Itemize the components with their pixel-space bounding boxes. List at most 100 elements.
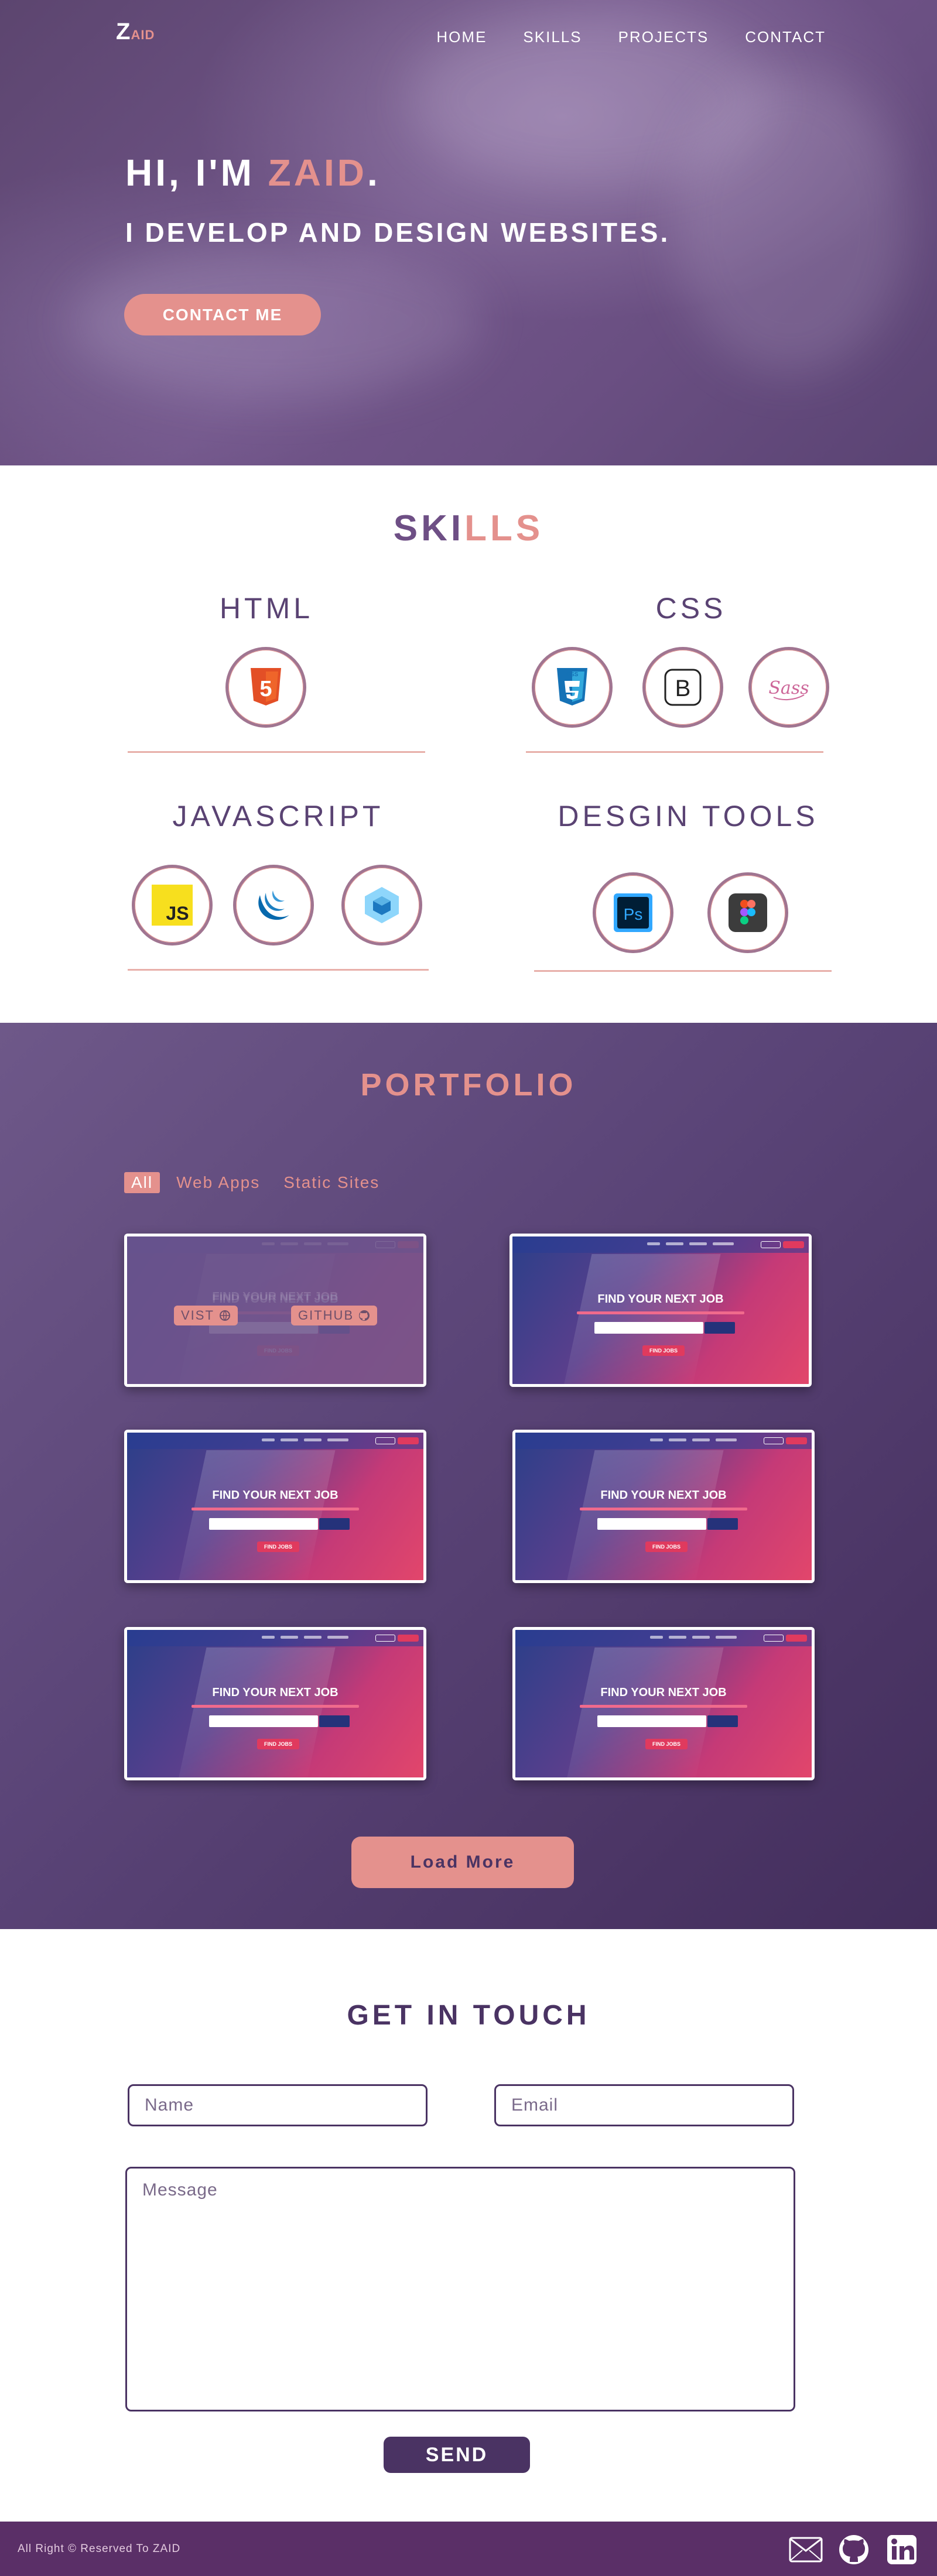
screenshot-navbar <box>515 1433 812 1449</box>
skill-group-title-javascript: JAVASCRIPT <box>172 800 384 833</box>
visit-label: VIST <box>181 1308 214 1323</box>
screenshot-title: FIND YOUR NEXT JOB <box>600 1686 727 1699</box>
site-logo[interactable]: ZAID <box>116 19 155 45</box>
portfolio-card[interactable]: FIND YOUR NEXT JOB FIND JOBS <box>124 1627 426 1780</box>
message-field[interactable] <box>125 2167 795 2411</box>
globe-icon <box>219 1310 230 1321</box>
project-screenshot: FIND YOUR NEXT JOB FIND JOBS <box>515 1630 812 1777</box>
github-icon[interactable] <box>836 2533 871 2566</box>
photoshop-icon: Ps <box>593 872 673 953</box>
webpack-icon <box>341 865 422 946</box>
screenshot-search <box>597 1518 706 1530</box>
copyright-text: All Right © Reserved To ZAID <box>18 2543 181 2555</box>
screenshot-search <box>597 1715 706 1727</box>
bootstrap-icon: B <box>642 647 723 728</box>
email-field[interactable] <box>494 2084 794 2126</box>
css3-glyph: CSS <box>566 672 579 678</box>
project-screenshot: FIND YOUR NEXT JOB FIND JOBS <box>512 1236 809 1384</box>
hero-smoke <box>673 70 908 375</box>
hero-name: ZAID <box>268 152 367 194</box>
screenshot-register-button <box>786 1635 807 1642</box>
screenshot-search-button <box>319 1518 350 1530</box>
skills-title-part-a: SKI <box>393 508 465 549</box>
figma-icon <box>707 872 788 953</box>
mail-icon[interactable] <box>788 2533 823 2566</box>
javascript-icon: JS <box>132 865 213 946</box>
portfolio-card[interactable]: FIND YOUR NEXT JOB FIND JOBS <box>124 1430 426 1583</box>
portfolio-section: PORTFOLIO All Web Apps Static Sites FIND… <box>0 1023 937 1929</box>
load-more-button[interactable]: Load More <box>351 1837 574 1888</box>
screenshot-find-jobs: FIND JOBS <box>257 1542 299 1552</box>
contact-title: GET IN TOUCH <box>347 2000 590 2031</box>
skills-divider <box>128 969 429 971</box>
project-screenshot: FIND YOUR NEXT JOB FIND JOBS <box>515 1433 812 1580</box>
contact-section: GET IN TOUCH SEND <box>0 1929 937 2522</box>
logo-main: Z <box>116 19 131 44</box>
hero-dot: . <box>367 152 381 194</box>
screenshot-login-button <box>375 1437 395 1444</box>
skills-section: SKILLS HTML 5 CSS CSS B Sass JAVASCRIPT … <box>0 465 937 1023</box>
bootstrap-glyph: B <box>675 676 691 701</box>
nav-skills[interactable]: SKILLS <box>523 28 582 46</box>
nav-projects[interactable]: PROJECTS <box>618 28 709 46</box>
screenshot-building <box>176 1647 336 1777</box>
name-field[interactable] <box>128 2084 428 2126</box>
github-link-button[interactable]: GITHUB <box>291 1306 378 1325</box>
project-screenshot: FIND YOUR NEXT JOB FIND JOBS <box>127 1630 423 1777</box>
screenshot-search <box>209 1518 318 1530</box>
screenshot-search <box>594 1322 703 1334</box>
html5-glyph: 5 <box>259 677 272 701</box>
linkedin-icon[interactable] <box>884 2533 919 2566</box>
screenshot-title: FIND YOUR NEXT JOB <box>212 1686 338 1699</box>
portfolio-card[interactable]: FIND YOUR NEXT JOBFIND JOBSFIND YOUR NEX… <box>124 1234 426 1387</box>
contact-me-button[interactable]: CONTACT ME <box>124 294 321 335</box>
screenshot-login-button <box>761 1241 781 1248</box>
screenshot-register-button <box>398 1635 419 1642</box>
skill-group-title-html: HTML <box>219 592 314 625</box>
skill-group-title-css: CSS <box>655 592 727 625</box>
project-screenshot: FIND YOUR NEXT JOB FIND JOBS <box>127 1433 423 1580</box>
visit-button[interactable]: VIST <box>174 1306 238 1325</box>
screenshot-building <box>565 1450 724 1580</box>
github-label: GITHUB <box>298 1308 354 1323</box>
photoshop-glyph: Ps <box>624 905 643 923</box>
site-footer: All Right © Reserved To ZAID <box>0 2522 937 2576</box>
screenshot-login-button <box>764 1437 784 1444</box>
portfolio-card[interactable]: FIND YOUR NEXT JOB FIND JOBS <box>512 1627 815 1780</box>
hero-tagline: I DEVELOP AND DESIGN WEBSITES. <box>125 217 671 248</box>
screenshot-find-jobs: FIND JOBS <box>257 1739 299 1749</box>
javascript-glyph: JS <box>166 903 189 924</box>
jquery-icon <box>233 865 314 946</box>
screenshot-search-button <box>707 1518 738 1530</box>
screenshot-building <box>565 1647 724 1777</box>
overlay-ghost-title: FIND YOUR NEXT JOB <box>212 1290 338 1303</box>
screenshot-subtitle <box>577 1311 744 1314</box>
screenshot-subtitle <box>191 1508 359 1510</box>
screenshot-login-button <box>764 1635 784 1642</box>
portfolio-card[interactable]: FIND YOUR NEXT JOB FIND JOBS <box>509 1234 812 1387</box>
html5-icon: 5 <box>225 647 306 728</box>
screenshot-navbar <box>515 1630 812 1646</box>
send-button[interactable]: SEND <box>384 2437 530 2473</box>
skills-divider <box>128 751 425 753</box>
screenshot-search-button <box>705 1322 735 1334</box>
nav-contact[interactable]: CONTACT <box>745 28 826 46</box>
portfolio-card[interactable]: FIND YOUR NEXT JOB FIND JOBS <box>512 1430 815 1583</box>
screenshot-search-button <box>707 1715 738 1727</box>
filter-all[interactable]: All <box>124 1172 160 1193</box>
screenshot-subtitle <box>580 1705 747 1708</box>
screenshot-title: FIND YOUR NEXT JOB <box>212 1489 338 1502</box>
skills-title: SKILLS <box>0 508 937 549</box>
screenshot-find-jobs: FIND JOBS <box>645 1542 688 1552</box>
screenshot-register-button <box>398 1437 419 1444</box>
github-small-icon <box>359 1310 370 1321</box>
portfolio-filters: All Web Apps Static Sites <box>124 1172 387 1193</box>
logo-small: AID <box>131 28 155 42</box>
screenshot-title: FIND YOUR NEXT JOB <box>597 1293 724 1306</box>
filter-static-sites[interactable]: Static Sites <box>276 1172 387 1193</box>
filter-web-apps[interactable]: Web Apps <box>169 1172 267 1193</box>
screenshot-register-button <box>783 1241 804 1248</box>
skills-title-part-b: LLS <box>464 508 544 549</box>
main-nav: HOME SKILLS PROJECTS CONTACT <box>436 28 826 46</box>
nav-home[interactable]: HOME <box>436 28 487 46</box>
